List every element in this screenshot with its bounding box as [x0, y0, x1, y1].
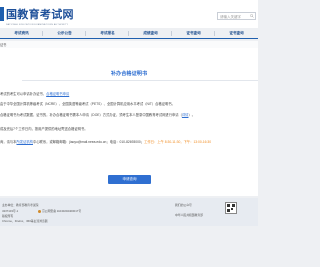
paragraph-2: 由于中华全国计算机等级考试（NCRE）、全国英语等级考试（PETS）、全国计算机…: [0, 102, 175, 106]
paragraph-4: 成及完后7个工作日内，按用户提供的地址寄送合格证明书。: [0, 127, 88, 131]
title-divider: [22, 80, 258, 81]
footer-wechat-label: 我们的公众号: [175, 203, 192, 207]
footer-browser-note: Chrome、Firefox、360等主流浏览器: [2, 219, 48, 223]
police-badge-icon: [38, 209, 41, 213]
breadcrumb[interactable]: 证书: [0, 42, 6, 47]
search-placeholder: 请输入关键字: [220, 14, 241, 19]
logo-text: 国教育考试网: [6, 8, 74, 21]
page-title: 补办合格证明书: [110, 71, 148, 77]
nav-item-certificates[interactable]: 证书查询: [172, 28, 215, 38]
nav-item-news[interactable]: 考试资讯: [0, 28, 43, 38]
main-nav: 考试资讯 公示公告 考试报名 成绩查询 证书查询 证书查询: [0, 28, 258, 39]
logo-subtitle: NATIONAL EDUCATION EXAMINATIONS AUTHORIT…: [6, 24, 69, 26]
paragraph-1: 考试的考生可以申请补办证书、合格证明书申请: [0, 92, 70, 96]
apply-query-button[interactable]: 申请查询: [108, 175, 151, 184]
paragraph-3: 合格证明书为考试数据，证书的，补办合格证明书需本人申请（DOE）方式办证，须考生…: [0, 113, 196, 117]
site-header: 国教育考试网 NATIONAL EDUCATION EXAMINATIONS A…: [0, 0, 258, 28]
paragraph-5: 询，请与本所发证机构中心联系，或邮箱邮箱：jiaoyu@mail.neea.ed…: [0, 140, 212, 144]
site-logo[interactable]: 国教育考试网: [0, 5, 74, 23]
apply-link[interactable]: 合格证明书申请: [46, 92, 69, 96]
wechat-qr-code: [225, 202, 237, 214]
site-footer: 主办单位：教育部教育考试院 4337103号-1 京公网安备 110402024…: [0, 198, 258, 226]
nav-item-registration[interactable]: 考试报名: [86, 28, 129, 38]
footer-police-record[interactable]: 京公网安备 11040202400017号: [38, 209, 81, 213]
breadcrumb-bar: [0, 41, 258, 48]
nav-item-certificates-2[interactable]: 证书查询: [215, 28, 258, 38]
logo-mark: [0, 7, 4, 21]
nav-item-announcements[interactable]: 公示公告: [43, 28, 86, 38]
office-hours: 工作日：上午 8:30-11:30，下午：13:00-16:30: [144, 140, 212, 144]
search-input[interactable]: 请输入关键字: [217, 12, 256, 20]
issuer-link[interactable]: 所发证机构: [16, 140, 32, 144]
footer-icp[interactable]: 4337103号-1: [2, 209, 18, 213]
search-icon[interactable]: [250, 14, 254, 18]
footer-sponsor: 主办单位：教育部教育考试院: [2, 203, 39, 207]
footer-ministry-link[interactable]: 中华人民共和国教育部: [175, 213, 203, 217]
footer-copyright: 版权所有: [2, 214, 14, 218]
nav-item-scores[interactable]: 成绩查询: [129, 28, 172, 38]
